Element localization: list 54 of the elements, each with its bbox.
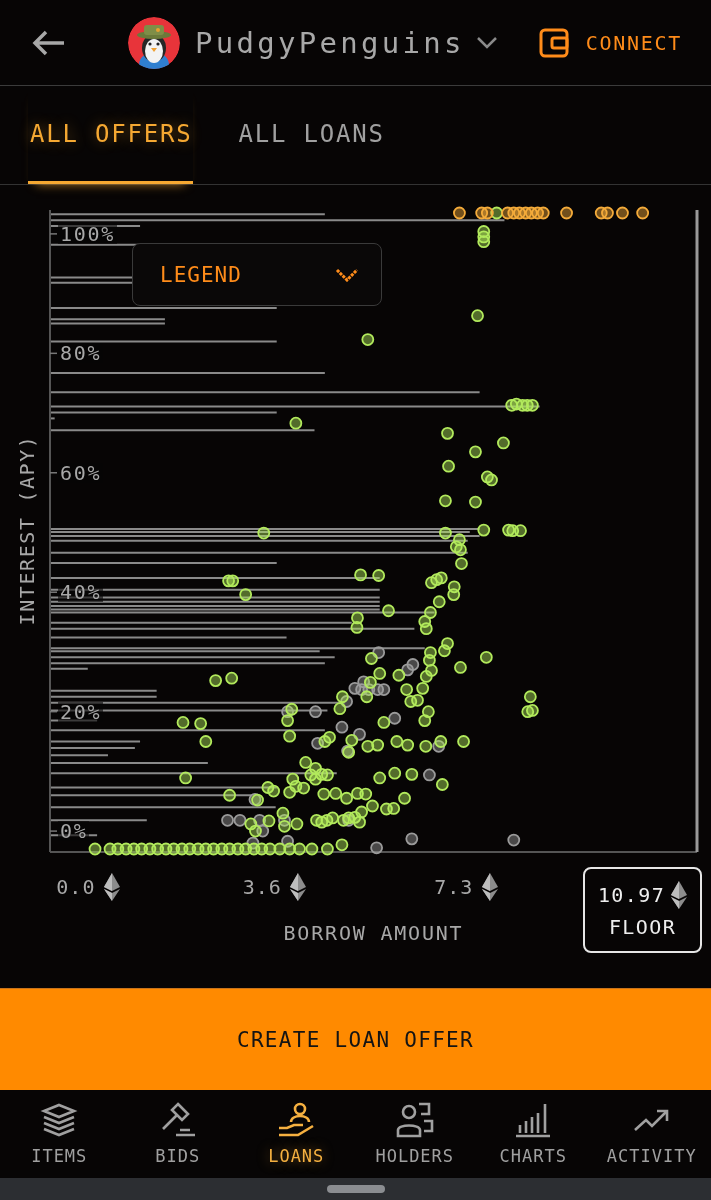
nav-tab[interactable]: CHARTS xyxy=(474,1090,593,1178)
point xyxy=(309,705,322,719)
x-axis-title: BORROW AMOUNT xyxy=(283,921,464,945)
point xyxy=(453,206,466,220)
point xyxy=(536,206,550,220)
point xyxy=(353,727,366,741)
legend-dropdown[interactable]: LEGEND xyxy=(132,243,382,306)
penguin-avatar-icon xyxy=(128,16,180,69)
point xyxy=(370,841,384,855)
connect-button[interactable]: CONNECT xyxy=(538,27,682,58)
create-loan-offer-button[interactable]: CREATE LOAN OFFER xyxy=(0,988,711,1090)
point xyxy=(401,663,415,677)
floor-label: FLOOR xyxy=(608,915,677,939)
tab[interactable]: ALL OFFERS xyxy=(28,86,193,184)
nav-tab[interactable]: BIDS xyxy=(118,1090,237,1178)
eth-icon xyxy=(290,873,307,901)
point xyxy=(233,813,247,827)
collection-dropdown[interactable]: PudgyPenguins xyxy=(195,25,497,60)
point xyxy=(560,206,573,220)
point xyxy=(423,768,436,782)
point xyxy=(601,206,614,220)
wallet-icon xyxy=(538,27,569,58)
depth-bar xyxy=(50,754,109,757)
point xyxy=(405,832,419,846)
depth-bar xyxy=(50,719,99,722)
nav-tab[interactable]: ACTIVITY xyxy=(592,1090,711,1178)
home-handle[interactable] xyxy=(326,1185,385,1193)
point xyxy=(636,206,650,220)
point xyxy=(507,833,521,847)
point xyxy=(377,683,391,696)
y-axis-tick-label: 20% xyxy=(58,701,104,722)
y-axis-tick-label: 40% xyxy=(58,582,104,603)
y-axis-tick-label: 100% xyxy=(58,223,117,244)
eth-icon xyxy=(671,881,688,909)
eth-icon xyxy=(103,873,120,901)
depth-bar xyxy=(50,667,89,670)
nav-tab[interactable]: LOANS xyxy=(237,1090,356,1178)
point xyxy=(480,206,494,220)
tab[interactable]: ALL LOANS xyxy=(236,86,385,184)
x-axis-tick-label: 0.0 xyxy=(56,875,96,899)
people-icon xyxy=(394,1100,435,1140)
x-axis-tick-label: 3.6 xyxy=(242,875,282,899)
nav-tab[interactable]: ITEMS xyxy=(0,1090,119,1178)
nav-tab[interactable]: HOLDERS xyxy=(355,1090,474,1178)
point xyxy=(388,711,402,725)
point xyxy=(221,813,234,827)
point xyxy=(335,720,349,734)
depth-bar xyxy=(50,417,56,420)
x-axis-tick-label: 7.3 xyxy=(434,875,474,899)
eth-icon xyxy=(481,873,498,901)
floor-price-value: 10.97 xyxy=(597,883,666,907)
chevron-down-icon xyxy=(476,36,497,49)
y-axis-title: INTEREST (APY) xyxy=(15,434,39,626)
point xyxy=(616,206,629,220)
